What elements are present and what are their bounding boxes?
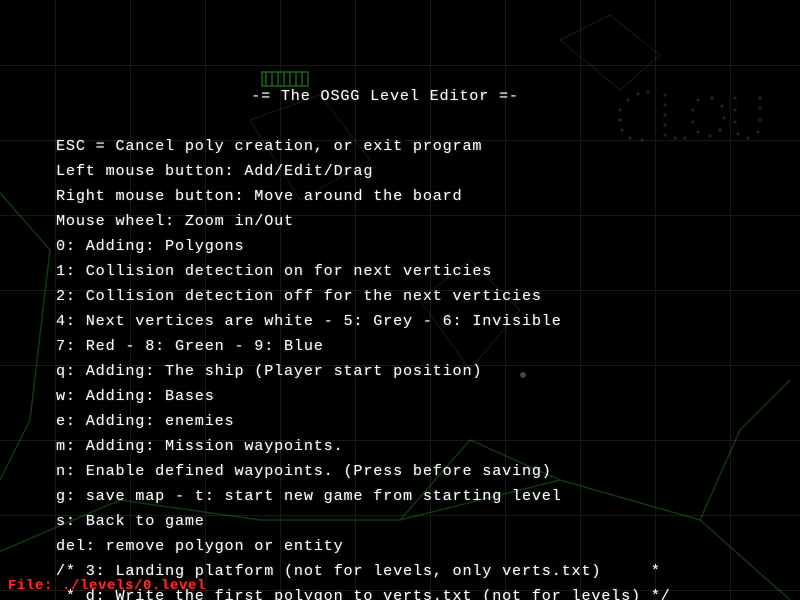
editor-title: -= The OSGG Level Editor =- — [0, 84, 770, 109]
editor-viewport[interactable]: -= The OSGG Level Editor =- ESC = Cancel … — [0, 0, 800, 600]
status-bar: File: ./levels/0.level — [8, 578, 206, 594]
status-file-path: ./levels/0.level — [62, 578, 206, 594]
status-label: File: — [8, 578, 53, 594]
help-text: ESC = Cancel poly creation, or exit prog… — [56, 137, 671, 600]
help-overlay: -= The OSGG Level Editor =-ESC = Cancel … — [56, 34, 770, 600]
